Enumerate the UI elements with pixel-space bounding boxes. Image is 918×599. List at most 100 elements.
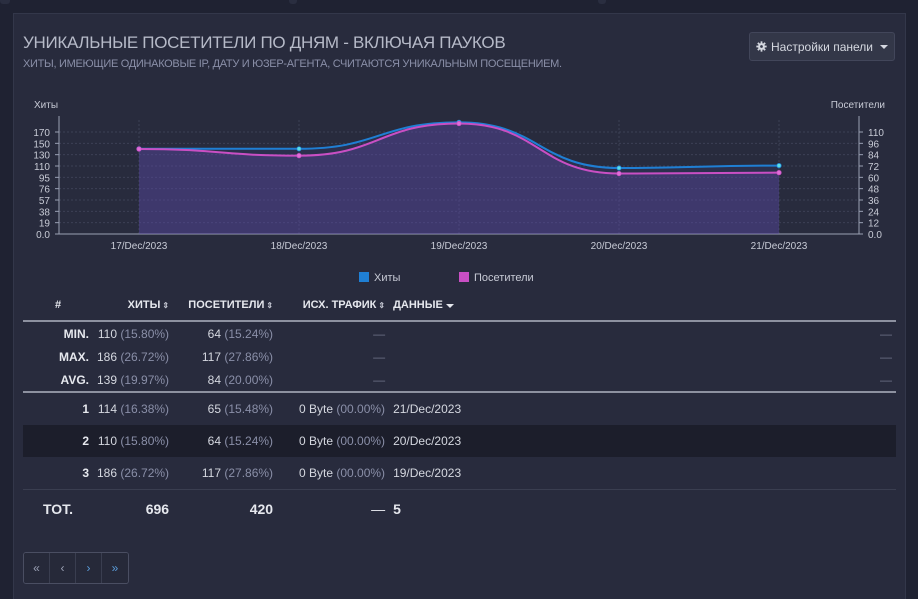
last-page-button[interactable]: » bbox=[102, 553, 128, 583]
data-point[interactable] bbox=[456, 120, 462, 127]
row-hits: 110 (15.80%) bbox=[93, 425, 174, 457]
row-num: 1 bbox=[82, 402, 89, 416]
row-visitors: 117 (27.86%) bbox=[201, 466, 274, 480]
y-left-tick: 19 bbox=[39, 219, 51, 230]
total-traffic: — bbox=[277, 489, 390, 528]
summary-row: MAX. 186 (26.72%) 117 (27.86%) — — bbox=[23, 345, 896, 368]
data-point[interactable] bbox=[776, 170, 782, 176]
y-left-tick: 38 bbox=[39, 207, 51, 218]
total-extra bbox=[864, 489, 896, 528]
y-right-label: Посетители bbox=[831, 100, 885, 111]
summary-data-cell bbox=[389, 345, 864, 368]
row-extra bbox=[864, 425, 896, 457]
summary-visitors: 117 (27.86%) bbox=[201, 349, 274, 364]
row-data: 21/Dec/2023 bbox=[393, 402, 462, 416]
y-left-tick: 110 bbox=[34, 162, 50, 173]
total-data: 5 bbox=[389, 489, 864, 528]
row-traffic: 0 Byte (00.00%) bbox=[299, 402, 386, 416]
table-row: 2 110 (15.80%) 64 (15.24%) 0 Byte (00.00%) 2… bbox=[23, 425, 896, 457]
summary-hits: 110 (15.80%) bbox=[97, 326, 170, 341]
summary-data-cell bbox=[389, 368, 864, 391]
summary-row: MIN. 110 (15.80%) 64 (15.24%) — — bbox=[23, 321, 896, 345]
y-left-label: Хиты bbox=[34, 100, 58, 111]
y-right-tick: 24 bbox=[868, 207, 880, 218]
unique-visitors-panel: УНИКАЛЬНЫЕ ПОСЕТИТЕЛИ ПО ДНЯМ - ВКЛЮЧАЯ … bbox=[13, 13, 906, 599]
summary-visitors: 64 (15.24%) bbox=[207, 326, 274, 341]
top-tab-edge bbox=[0, 0, 10, 4]
series-area bbox=[139, 123, 779, 234]
y-right-tick: 96 bbox=[868, 139, 880, 150]
row-visitors: 65 (15.48%) bbox=[207, 402, 274, 416]
row-traffic: 0 Byte (00.00%) bbox=[299, 466, 386, 480]
total-row: TOT. 696 420 — 5 bbox=[23, 489, 896, 528]
y-right-tick: 110 bbox=[868, 128, 884, 139]
y-left-tick: 130 bbox=[33, 151, 50, 162]
legend-label[interactable]: Хиты bbox=[374, 272, 401, 284]
col-hits[interactable]: ХИТЫ ⇕ bbox=[93, 290, 174, 322]
x-tick-label: 17/Dec/2023 bbox=[111, 241, 168, 252]
summary-hits: 139 (19.97%) bbox=[97, 372, 170, 387]
table-row: 3 186 (26.72%) 117 (27.86%) 0 Byte (00.00%)… bbox=[23, 457, 896, 490]
y-right-tick: 0.0 bbox=[868, 230, 882, 241]
stats-table: # ХИТЫ ⇕ ПОСЕТИТЕЛИ ⇕ ИСХ. ТРАФИК ⇕ ДАННЫЕ … bbox=[23, 290, 896, 528]
summary-data-cell bbox=[389, 321, 864, 345]
row-extra bbox=[864, 457, 896, 490]
data-point[interactable] bbox=[616, 170, 622, 177]
prev-page-button[interactable]: ‹ bbox=[50, 553, 76, 583]
col-data[interactable]: ДАННЫЕ bbox=[389, 290, 864, 322]
col-extra bbox=[864, 290, 896, 322]
panel-settings-button[interactable]: Настройки панели bbox=[749, 32, 895, 61]
summary-traffic: — bbox=[373, 349, 386, 364]
chevron-down-icon bbox=[879, 44, 888, 49]
x-tick-label: 21/Dec/2023 bbox=[751, 241, 808, 252]
legend-swatch bbox=[359, 272, 369, 282]
summary-data: — bbox=[880, 326, 892, 341]
y-right-tick: 84 bbox=[868, 151, 880, 162]
col-visitors[interactable]: ПОСЕТИТЕЛИ ⇕ bbox=[173, 290, 278, 322]
col-num: # bbox=[23, 290, 93, 322]
x-tick-label: 20/Dec/2023 bbox=[591, 241, 648, 252]
summary-traffic: — bbox=[373, 372, 386, 387]
panel-subtitle: ХИТЫ, ИМЕЮЩИЕ ОДИНАКОВЫЕ IP, ДАТУ И ЮЗЕР… bbox=[23, 58, 562, 70]
legend-swatch bbox=[459, 272, 469, 282]
row-visitors: 64 (15.24%) bbox=[173, 425, 278, 457]
data-point[interactable] bbox=[776, 163, 782, 169]
data-point[interactable] bbox=[296, 153, 302, 159]
next-page-button[interactable]: › bbox=[76, 553, 102, 583]
col-traffic[interactable]: ИСХ. ТРАФИК ⇕ bbox=[277, 290, 390, 322]
pagination: « ‹ › » bbox=[23, 552, 129, 584]
summary-label: AVG. bbox=[60, 372, 89, 387]
top-tab-edge bbox=[289, 0, 297, 4]
y-right-tick: 36 bbox=[868, 196, 880, 207]
total-visitors: 420 bbox=[173, 489, 278, 528]
legend-label[interactable]: Посетители bbox=[474, 272, 534, 284]
row-hits: 114 (16.38%) bbox=[97, 402, 170, 416]
data-point[interactable] bbox=[136, 146, 142, 152]
y-right-tick: 12 bbox=[868, 219, 880, 230]
row-num: 2 bbox=[23, 425, 93, 457]
panel-title: УНИКАЛЬНЫЕ ПОСЕТИТЕЛИ ПО ДНЯМ - ВКЛЮЧАЯ … bbox=[23, 33, 506, 52]
y-left-tick: 0.0 bbox=[36, 230, 50, 241]
data-point[interactable] bbox=[616, 165, 622, 171]
summary-label: MAX. bbox=[59, 349, 89, 364]
y-right-tick: 60 bbox=[868, 173, 880, 184]
first-page-button[interactable]: « bbox=[24, 553, 50, 583]
row-extra bbox=[864, 392, 896, 425]
data-point[interactable] bbox=[296, 146, 302, 152]
row-traffic: 0 Byte (00.00%) bbox=[277, 425, 390, 457]
summary-visitors: 84 (20.00%) bbox=[207, 372, 274, 387]
y-left-tick: 76 bbox=[39, 185, 51, 196]
x-tick-label: 18/Dec/2023 bbox=[271, 241, 328, 252]
summary-hits: 186 (26.72%) bbox=[97, 349, 170, 364]
summary-label: MIN. bbox=[63, 326, 89, 341]
sort-desc-icon bbox=[445, 304, 454, 308]
gear-icon bbox=[756, 41, 767, 52]
row-data: 19/Dec/2023 bbox=[393, 466, 462, 480]
summary-traffic: — bbox=[373, 326, 386, 341]
total-hits: 696 bbox=[93, 489, 174, 528]
sort-icon: ⇕ bbox=[378, 300, 386, 310]
y-left-tick: 57 bbox=[39, 196, 51, 207]
x-tick-label: 19/Dec/2023 bbox=[431, 241, 488, 252]
top-tabs-strip bbox=[0, 0, 918, 6]
summary-data: — bbox=[880, 349, 892, 364]
